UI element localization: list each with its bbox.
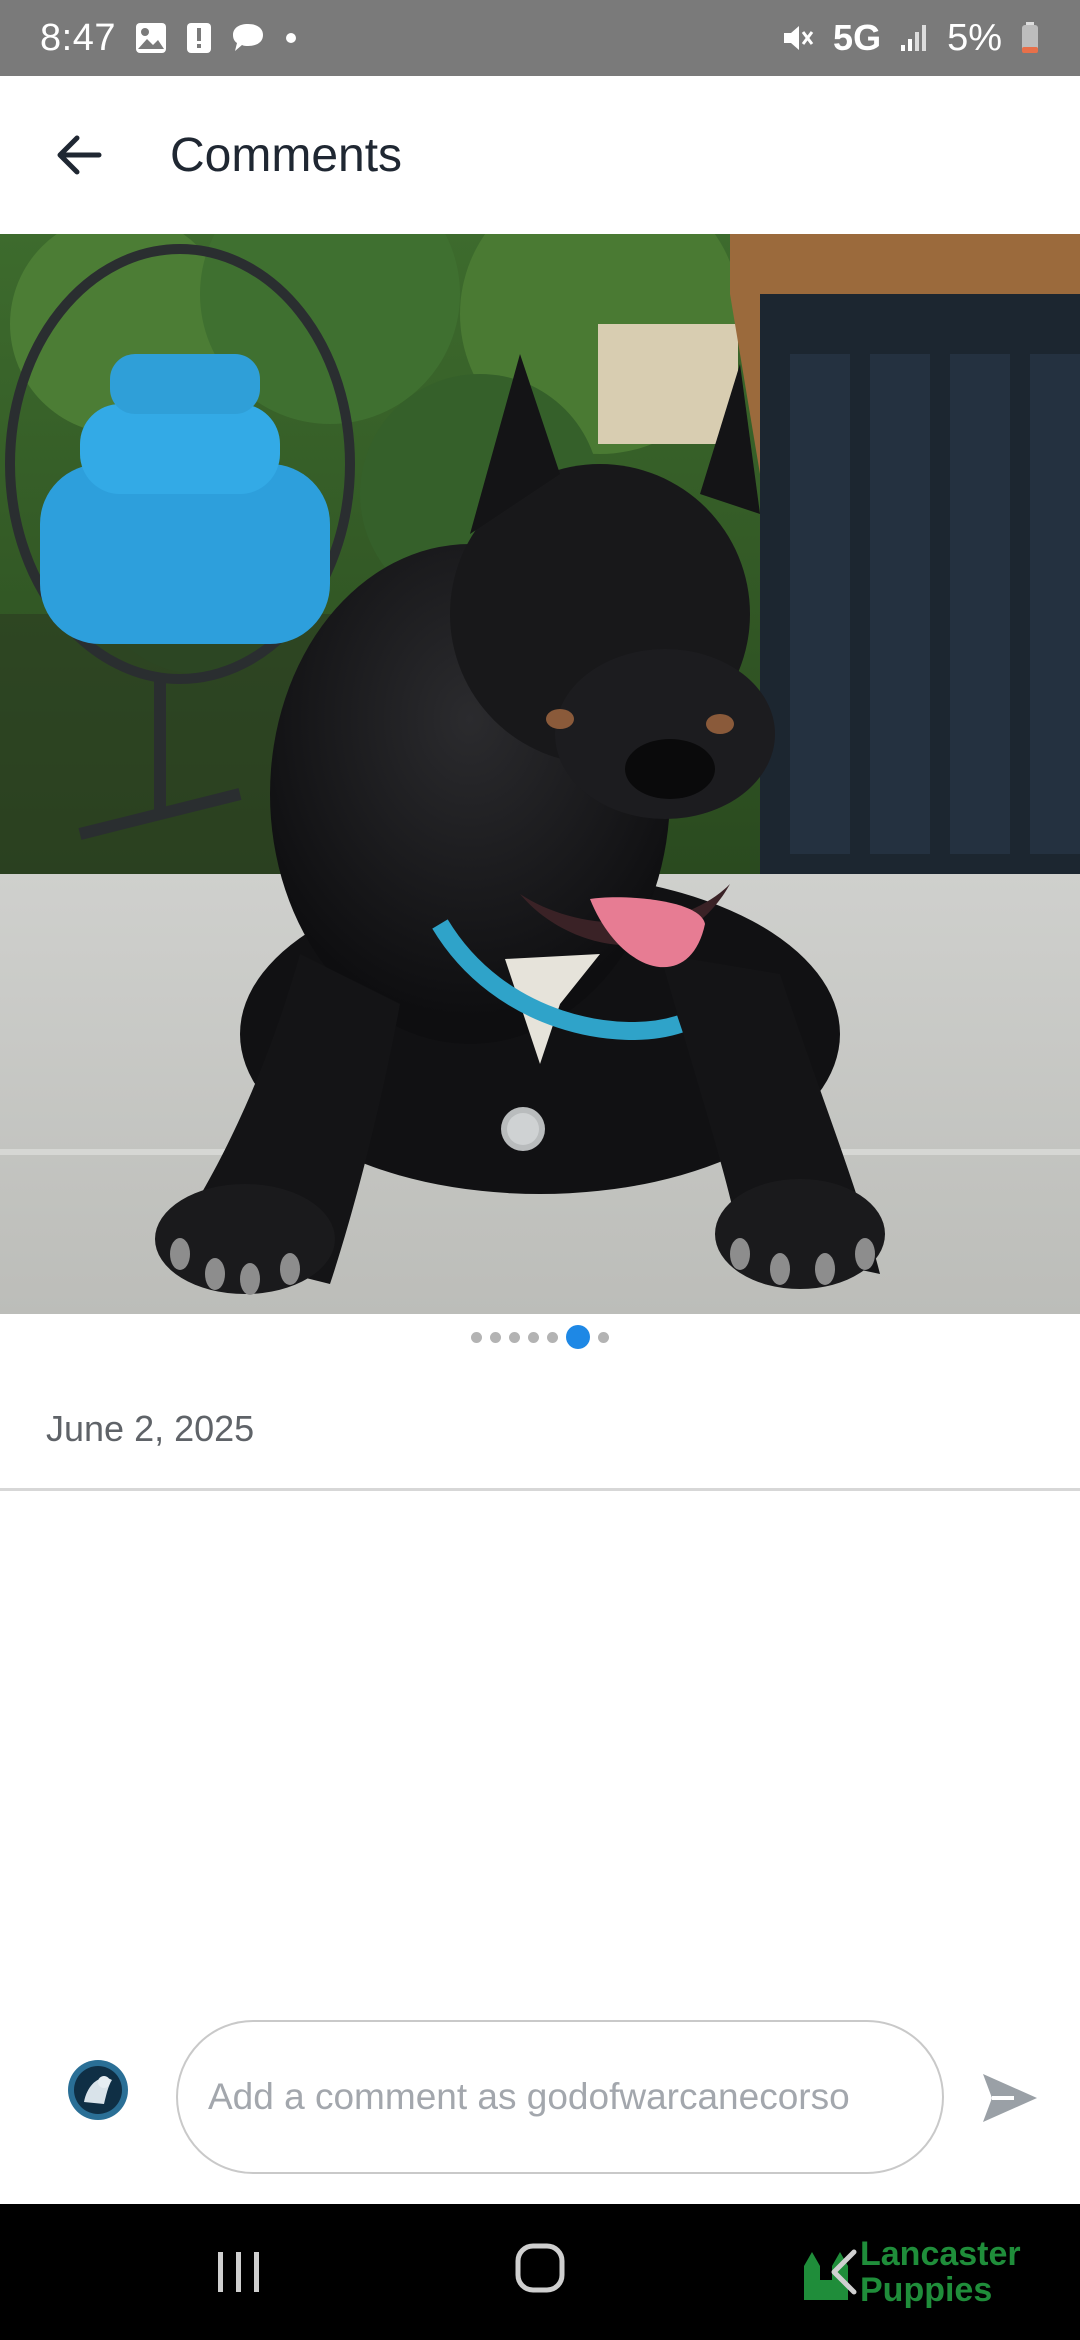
recents-button[interactable] [212, 2248, 266, 2296]
avatar [52, 2052, 144, 2144]
divider [0, 1488, 1080, 1491]
signal-icon [899, 23, 929, 53]
dot-icon [284, 31, 298, 45]
status-time: 8:47 [40, 16, 116, 59]
battery-icon [1020, 21, 1040, 55]
alert-icon [186, 21, 212, 55]
post-date: June 2, 2025 [46, 1408, 255, 1449]
back-button[interactable] [24, 100, 134, 210]
carousel-dot [490, 1331, 501, 1343]
gallery-icon [134, 21, 168, 55]
mute-icon [781, 21, 815, 55]
home-icon [515, 2243, 565, 2293]
home-button[interactable] [514, 2242, 566, 2294]
status-bar: 8:47 5G 5% [0, 0, 1080, 76]
back-chevron-icon [831, 2249, 857, 2295]
carousel-dot [598, 1331, 609, 1343]
comment-input[interactable] [176, 2020, 944, 2174]
send-icon [983, 2074, 1037, 2122]
carousel-indicator [0, 1320, 1080, 1354]
carousel-dot [547, 1331, 558, 1343]
status-right: 5G 5% [781, 17, 1040, 60]
battery-percent: 5% [947, 16, 1002, 59]
status-left: 8:47 [40, 17, 298, 60]
chat-icon [230, 21, 266, 55]
carousel-dot [528, 1331, 539, 1343]
page-title: Comments [170, 128, 403, 182]
network-type: 5G [833, 17, 882, 58]
system-back-button[interactable] [826, 2246, 862, 2298]
god-of-war-logo [68, 2060, 128, 2120]
carousel-dot [509, 1331, 520, 1343]
carousel-dot-active [566, 1325, 590, 1349]
app-bar: Comments [0, 76, 1080, 234]
post-photo[interactable] [0, 234, 1080, 1314]
arrow-left-icon [57, 135, 102, 175]
carousel-dot [471, 1331, 482, 1343]
watermark-line2: Puppies [860, 2271, 993, 2309]
send-button[interactable] [970, 2058, 1050, 2138]
watermark-line1: Lancaster [860, 2235, 1021, 2273]
navigation-bar: Lancaster Puppies [0, 2204, 1080, 2340]
recents-icon [218, 2252, 259, 2292]
